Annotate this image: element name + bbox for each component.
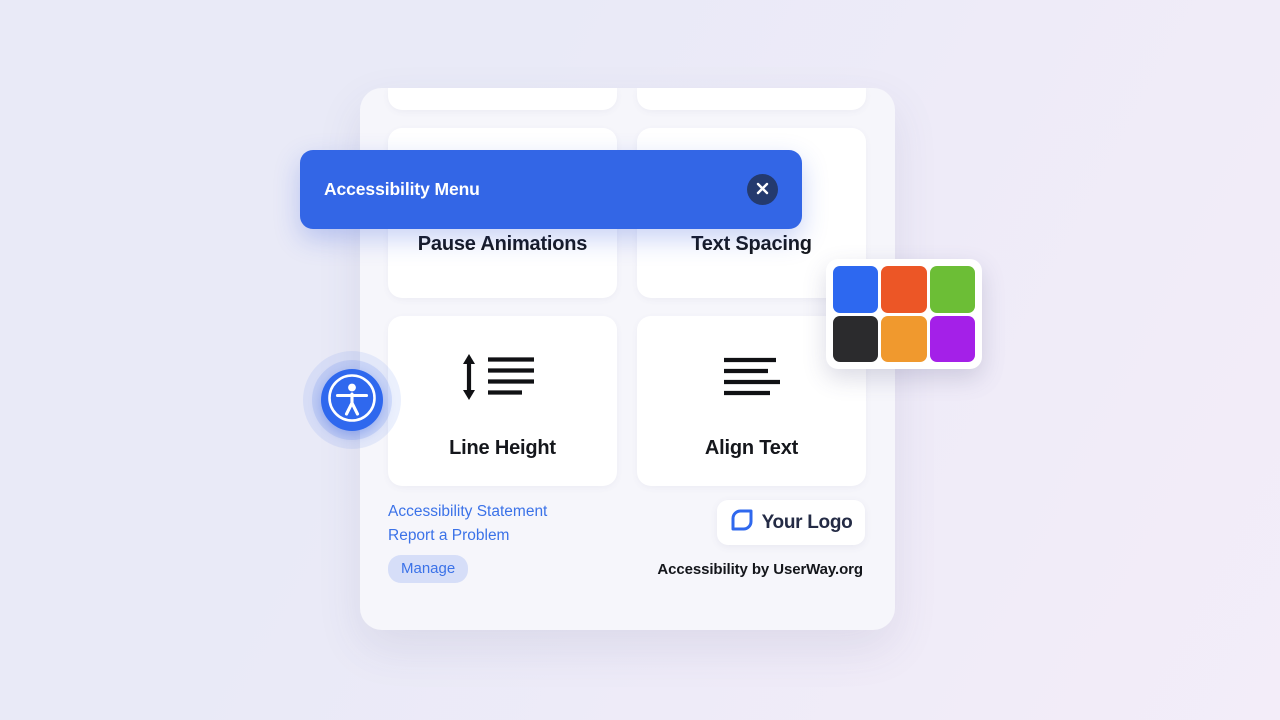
logo-mark-icon bbox=[730, 508, 754, 537]
footer-credit: Accessibility by UserWay.org bbox=[657, 561, 863, 578]
launcher-circle bbox=[321, 369, 383, 431]
menu-card-label: Line Height bbox=[449, 437, 556, 459]
menu-card-line-height[interactable]: Line Height bbox=[388, 316, 617, 486]
accessibility-launcher-button[interactable] bbox=[303, 351, 401, 449]
swatch-orange[interactable] bbox=[881, 315, 927, 362]
swatch-green[interactable] bbox=[929, 266, 975, 313]
accessibility-menu-header: Accessibility Menu bbox=[300, 150, 802, 229]
logo-text: Your Logo bbox=[761, 511, 853, 533]
swatch-blue[interactable] bbox=[833, 266, 879, 313]
menu-card-label: Text Spacing bbox=[691, 233, 812, 255]
partial-card-right[interactable] bbox=[637, 88, 866, 110]
close-button[interactable] bbox=[747, 174, 778, 205]
color-palette-popout bbox=[826, 259, 982, 369]
link-accessibility-statement[interactable]: Accessibility Statement bbox=[388, 500, 547, 524]
manage-button[interactable]: Manage bbox=[388, 555, 469, 583]
accessibility-person-icon bbox=[326, 372, 378, 429]
line-height-icon bbox=[388, 316, 617, 437]
menu-row-partial bbox=[388, 88, 866, 110]
partial-card-left[interactable] bbox=[388, 88, 617, 110]
link-report-a-problem[interactable]: Report a Problem bbox=[388, 524, 547, 548]
logo-badge[interactable]: Your Logo bbox=[717, 500, 865, 545]
page-title: Accessibility Menu bbox=[324, 179, 480, 199]
close-icon bbox=[756, 182, 769, 198]
menu-card-label: Pause Animations bbox=[417, 233, 588, 255]
panel-footer: Accessibility Statement Report a Problem… bbox=[388, 500, 871, 610]
menu-row-lower: Line Height Align Text bbox=[388, 316, 866, 486]
swatch-purple[interactable] bbox=[929, 315, 975, 362]
swatch-red[interactable] bbox=[881, 266, 927, 313]
footer-links: Accessibility Statement Report a Problem… bbox=[388, 500, 547, 583]
swatch-black[interactable] bbox=[833, 315, 879, 362]
menu-card-label: Align Text bbox=[704, 437, 799, 459]
